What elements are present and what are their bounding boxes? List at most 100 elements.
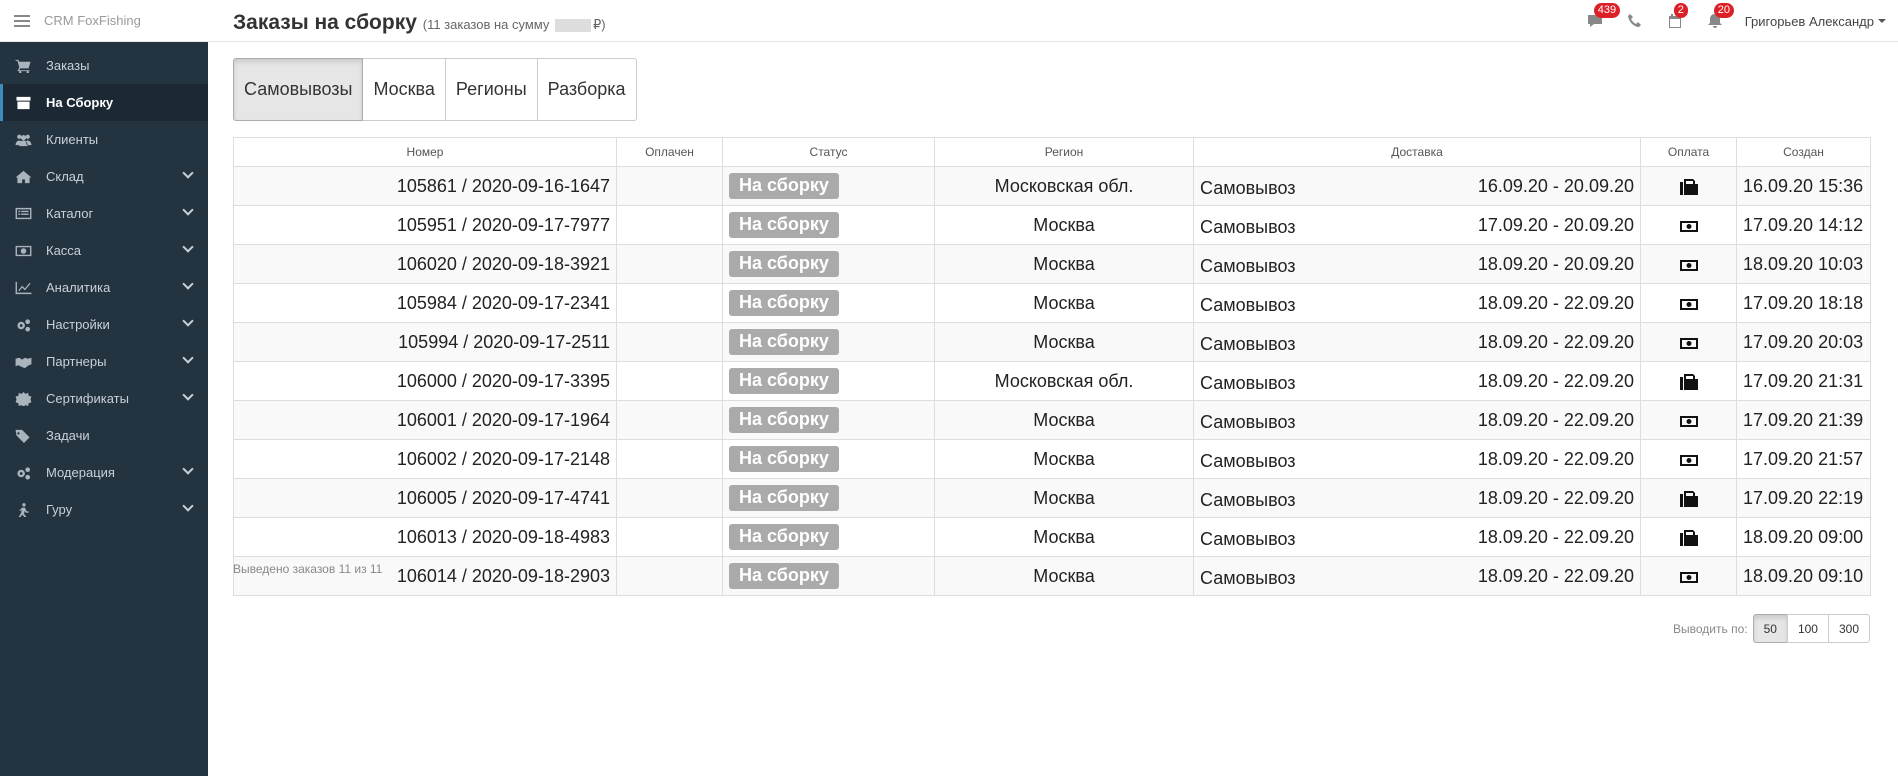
- gears-icon: [16, 318, 30, 332]
- phone-icon: [1627, 14, 1641, 27]
- box-icon-wrap: [14, 96, 32, 110]
- sidebar-item-settings[interactable]: Настройки: [0, 306, 208, 343]
- per-page-50-button[interactable]: 50: [1752, 614, 1788, 643]
- cell-status: На сборку: [722, 322, 935, 362]
- sidebar-item-certificates[interactable]: Сертификаты: [0, 380, 208, 417]
- chevron-down-icon: [182, 352, 194, 364]
- cell-payment: [1640, 283, 1737, 323]
- sidebar-item-cashbox[interactable]: Касса: [0, 232, 208, 269]
- delivery-dates: 16.09.20 - 20.09.20: [1477, 175, 1634, 196]
- per-page-100-button[interactable]: 100: [1786, 614, 1829, 643]
- sidebar-item-guru[interactable]: Гуру: [0, 491, 208, 528]
- fax-icon: [1679, 178, 1698, 195]
- per-page-300-button[interactable]: 300: [1827, 614, 1870, 643]
- orders-table: Номер Оплачен Статус Регион Доставка Опл…: [233, 137, 1871, 596]
- tab-moscow[interactable]: Москва: [363, 58, 446, 121]
- delivery-type: Самовывоз: [1200, 294, 1296, 315]
- cell-number[interactable]: 106013 / 2020-09-18-4983: [233, 517, 617, 557]
- table-row[interactable]: 105861 / 2020-09-16-1647 На сборку Московс…: [233, 166, 1871, 206]
- calendar-badge: 2: [1673, 3, 1688, 18]
- table-row[interactable]: 106005 / 2020-09-17-4741 На сборку Москва С…: [233, 478, 1871, 518]
- sidebar-item-warehouse[interactable]: Склад: [0, 158, 208, 195]
- line-chart-icon-wrap: [14, 281, 32, 295]
- cell-payment: [1640, 361, 1737, 401]
- tab-group: Самовывозы Москва Регионы Разборка: [233, 58, 1870, 121]
- delivery-dates: 18.09.20 - 22.09.20: [1477, 487, 1634, 508]
- col-region[interactable]: Регион: [934, 137, 1194, 167]
- cell-delivery: Самовывоз 18.09.20 - 22.09.20: [1193, 400, 1641, 440]
- cell-payment: [1640, 244, 1737, 284]
- cell-region: Москва: [934, 439, 1194, 479]
- cell-created: 18.09.20 09:10: [1736, 556, 1871, 596]
- phone-button[interactable]: [1615, 0, 1655, 42]
- sidebar-item-clients[interactable]: Клиенты: [0, 121, 208, 158]
- cell-status: На сборку: [722, 205, 935, 245]
- sidebar-item-assembly[interactable]: На Сборку: [0, 84, 208, 121]
- table-row[interactable]: 106014 / 2020-09-18-2903 На сборку Москва С…: [233, 556, 1871, 596]
- cell-created: 18.09.20 09:00: [1736, 517, 1871, 557]
- tab-pickups[interactable]: Самовывозы: [233, 58, 364, 121]
- user-menu[interactable]: Григорьев Александр: [1735, 14, 1898, 29]
- sidebar-item-tasks[interactable]: Задачи: [0, 417, 208, 454]
- cell-number[interactable]: 105951 / 2020-09-17-7977: [233, 205, 617, 245]
- cell-number[interactable]: 105861 / 2020-09-16-1647: [233, 166, 617, 206]
- col-payment[interactable]: Оплата: [1640, 137, 1737, 167]
- tab-regions[interactable]: Регионы: [445, 58, 538, 121]
- sidebar-item-label: Заказы: [46, 58, 90, 73]
- sidebar-item-label: На Сборку: [46, 95, 114, 110]
- brand[interactable]: CRM FoxFishing: [0, 0, 208, 42]
- status-label: На сборку: [729, 290, 839, 316]
- table-row[interactable]: 106002 / 2020-09-17-2148 На сборку Москва С…: [233, 439, 1871, 479]
- sidebar-item-analytics[interactable]: Аналитика: [0, 269, 208, 306]
- cell-number[interactable]: 106000 / 2020-09-17-3395: [233, 361, 617, 401]
- sidebar-item-label: Сертификаты: [46, 391, 129, 406]
- table-row[interactable]: 105951 / 2020-09-17-7977 На сборку Москва С…: [233, 205, 1871, 245]
- tags-icon: [15, 429, 30, 443]
- cell-delivery: Самовывоз 18.09.20 - 22.09.20: [1193, 556, 1641, 596]
- col-status[interactable]: Статус: [722, 137, 935, 167]
- col-delivery[interactable]: Доставка: [1193, 137, 1641, 167]
- sidebar-item-moderation[interactable]: Модерация: [0, 454, 208, 491]
- per-page-label: Выводить по:: [1673, 621, 1748, 636]
- cell-number[interactable]: 105984 / 2020-09-17-2341: [233, 283, 617, 323]
- cell-region: Москва: [934, 517, 1194, 557]
- sidebar-item-partners[interactable]: Партнеры: [0, 343, 208, 380]
- table-row[interactable]: 105984 / 2020-09-17-2341 На сборку Москва С…: [233, 283, 1871, 323]
- delivery-dates: 18.09.20 - 22.09.20: [1477, 565, 1634, 586]
- status-label: На сборку: [729, 212, 839, 238]
- chevron-down-icon: [182, 315, 194, 327]
- cell-created: 17.09.20 21:39: [1736, 400, 1871, 440]
- table-row[interactable]: 106000 / 2020-09-17-3395 На сборку Московс…: [233, 361, 1871, 401]
- col-paid[interactable]: Оплачен: [616, 137, 723, 167]
- notifications-button[interactable]: 20: [1695, 0, 1735, 42]
- caret-down-icon: [1878, 19, 1886, 23]
- cell-number[interactable]: 106001 / 2020-09-17-1964: [233, 400, 617, 440]
- col-created[interactable]: Создан: [1736, 137, 1871, 167]
- tab-disassembly[interactable]: Разборка: [537, 58, 637, 121]
- table-row[interactable]: 106001 / 2020-09-17-1964 На сборку Москва С…: [233, 400, 1871, 440]
- cell-number[interactable]: 106002 / 2020-09-17-2148: [233, 439, 617, 479]
- table-row[interactable]: 106013 / 2020-09-18-4983 На сборку Москва С…: [233, 517, 1871, 557]
- hamburger-menu-icon[interactable]: [14, 14, 30, 27]
- cell-region: Москва: [934, 244, 1194, 284]
- cell-number[interactable]: 105994 / 2020-09-17-2511: [233, 322, 617, 362]
- chevron-down-icon: [182, 241, 194, 253]
- cell-region: Московская обл.: [934, 361, 1194, 401]
- notifications-badge: 20: [1713, 3, 1734, 18]
- delivery-type: Самовывоз: [1200, 216, 1296, 237]
- delivery-dates: 17.09.20 - 20.09.20: [1477, 214, 1634, 235]
- cell-number[interactable]: 106005 / 2020-09-17-4741: [233, 478, 617, 518]
- cell-number[interactable]: 106020 / 2020-09-18-3921: [233, 244, 617, 284]
- col-number[interactable]: Номер: [233, 137, 617, 167]
- cell-delivery: Самовывоз 18.09.20 - 22.09.20: [1193, 517, 1641, 557]
- table-row[interactable]: 105994 / 2020-09-17-2511 На сборку Москва С…: [233, 322, 1871, 362]
- money-icon: [1679, 571, 1698, 583]
- cell-paid: [616, 556, 723, 596]
- calendar-button[interactable]: 2: [1655, 0, 1695, 42]
- sidebar-item-catalog[interactable]: Каталог: [0, 195, 208, 232]
- messages-button[interactable]: 439: [1575, 0, 1621, 42]
- cell-status: На сборку: [722, 244, 935, 284]
- sidebar-item-orders[interactable]: Заказы: [0, 47, 208, 84]
- cell-paid: [616, 205, 723, 245]
- table-row[interactable]: 106020 / 2020-09-18-3921 На сборку Москва С…: [233, 244, 1871, 284]
